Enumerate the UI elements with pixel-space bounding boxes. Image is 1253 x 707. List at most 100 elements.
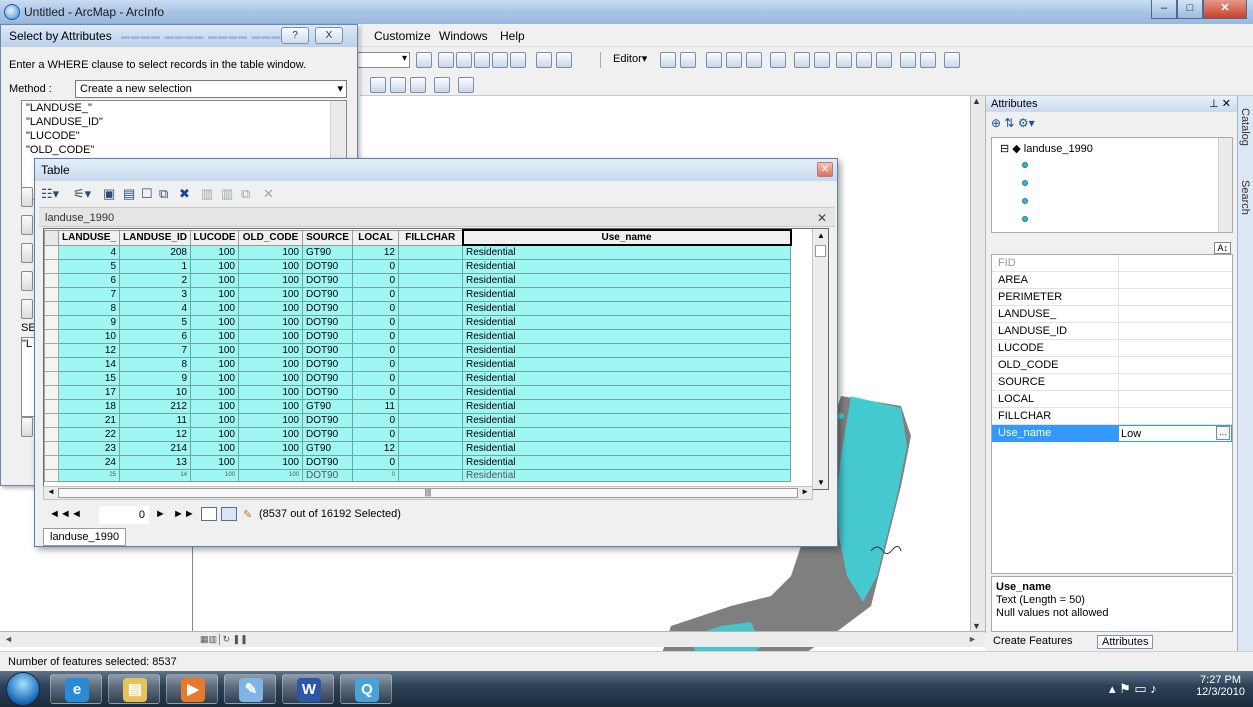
- table-cell[interactable]: 212: [119, 398, 191, 414]
- property-row[interactable]: FID: [992, 255, 1232, 272]
- table-cell[interactable]: [398, 426, 463, 442]
- row-selector[interactable]: [44, 300, 59, 316]
- table-cell[interactable]: 0: [352, 412, 399, 428]
- table-cell[interactable]: 6: [119, 328, 191, 344]
- table-cell[interactable]: DOT90: [302, 258, 353, 274]
- table-cell[interactable]: DOT90: [302, 272, 353, 288]
- table-cell[interactable]: 5: [119, 314, 191, 330]
- field-item[interactable]: "OLD_CODE": [22, 143, 346, 157]
- table-cell[interactable]: 13: [119, 454, 191, 470]
- clear-button[interactable]: [21, 417, 33, 437]
- table-cell[interactable]: 14: [58, 356, 120, 372]
- arctoolbox-icon[interactable]: [510, 52, 526, 68]
- property-value[interactable]: Low: [1118, 425, 1232, 442]
- property-row[interactable]: OLD_CODE: [992, 357, 1232, 374]
- row-selector-header[interactable]: [44, 229, 59, 246]
- hyperlink-icon[interactable]: [434, 77, 450, 93]
- table-cell[interactable]: [398, 398, 463, 414]
- row-selector[interactable]: [44, 440, 59, 456]
- tree-feature-node[interactable]: [1022, 162, 1028, 168]
- table-cell[interactable]: DOT90: [302, 342, 353, 358]
- operator-button[interactable]: [21, 187, 33, 207]
- split-icon[interactable]: [856, 52, 872, 68]
- table-cell[interactable]: Residential: [462, 454, 791, 470]
- row-selector[interactable]: [44, 468, 59, 482]
- scroll-thumb[interactable]: |||: [58, 488, 798, 498]
- row-selector[interactable]: [44, 370, 59, 386]
- table-cell[interactable]: 0: [352, 328, 399, 344]
- table-cell[interactable]: 100: [190, 314, 239, 330]
- table-cell[interactable]: 0: [352, 370, 399, 386]
- dialog-close-button[interactable]: X: [315, 27, 343, 44]
- table-cell[interactable]: 0: [352, 384, 399, 400]
- table-cell[interactable]: 100: [190, 426, 239, 442]
- row-selector[interactable]: [44, 426, 59, 442]
- table-cell[interactable]: Residential: [462, 342, 791, 358]
- tab-create-features[interactable]: Create Features: [989, 635, 1076, 647]
- internet-explorer-icon[interactable]: e: [50, 674, 102, 704]
- field-item[interactable]: "LUCODE": [22, 129, 346, 143]
- table-of-contents-icon[interactable]: [456, 52, 472, 68]
- scroll-down-icon[interactable]: ▼: [972, 621, 981, 631]
- table-cell[interactable]: DOT90: [302, 370, 353, 386]
- table-cell[interactable]: 11: [352, 398, 399, 414]
- layout-view-icon[interactable]: ▦▥│↻ ❚❚: [200, 634, 248, 645]
- table-row[interactable]: 18 212 100 100 GT90 11 Residential: [44, 398, 791, 414]
- edit-annotation-icon[interactable]: [680, 52, 696, 68]
- operator-button[interactable]: [21, 299, 33, 319]
- related-tables-icon[interactable]: ⚟▾: [73, 186, 91, 202]
- table-cell[interactable]: Residential: [462, 384, 791, 400]
- table-cell[interactable]: 100: [238, 328, 303, 344]
- row-selector[interactable]: [44, 286, 59, 302]
- editor-menu[interactable]: Editor▾: [613, 52, 647, 65]
- tree-feature-node[interactable]: [1022, 216, 1028, 222]
- table-cell[interactable]: 100: [190, 272, 239, 288]
- table-cell[interactable]: Residential: [462, 272, 791, 288]
- property-row[interactable]: LANDUSE_: [992, 306, 1232, 323]
- table-cell[interactable]: DOT90: [302, 356, 353, 372]
- table-cell[interactable]: 0: [352, 426, 399, 442]
- table-cell[interactable]: 0: [352, 258, 399, 274]
- scroll-up-icon[interactable]: ▲: [817, 231, 825, 240]
- column-header[interactable]: OLD_CODE: [238, 229, 303, 246]
- table-cell[interactable]: 4: [58, 244, 120, 260]
- attribute-table[interactable]: LANDUSE_ LANDUSE_ID LUCODE OLD_CODE SOUR…: [43, 228, 829, 490]
- table-cell[interactable]: 100: [190, 468, 239, 482]
- table-cell[interactable]: [398, 286, 463, 302]
- zoom-to-feature-icon[interactable]: ⊕: [991, 116, 1001, 130]
- column-header[interactable]: SOURCE: [302, 229, 353, 246]
- table-cell[interactable]: [398, 468, 463, 482]
- clear-selection-icon[interactable]: ☐: [141, 186, 153, 202]
- tree-feature-node[interactable]: [1022, 180, 1028, 186]
- table-cell[interactable]: 10: [119, 384, 191, 400]
- property-value[interactable]: [1118, 272, 1232, 289]
- table-row[interactable]: 23 214 100 100 GT90 12 Residential: [44, 440, 791, 456]
- media-player-icon[interactable]: ▶: [166, 674, 218, 704]
- close-tab-icon[interactable]: ✕: [817, 211, 827, 225]
- table-cell[interactable]: [398, 370, 463, 386]
- table-cell[interactable]: [398, 412, 463, 428]
- table-cell[interactable]: 100: [238, 300, 303, 316]
- table-cell[interactable]: 3: [119, 286, 191, 302]
- table-row[interactable]: 8 4 100 100 DOT90 0 Residential: [44, 300, 791, 316]
- layer-table-tab[interactable]: landuse_1990 ✕: [39, 207, 835, 227]
- column-header[interactable]: LANDUSE_ID: [119, 229, 191, 246]
- table-cell[interactable]: 0: [352, 286, 399, 302]
- column-header[interactable]: LOCAL: [352, 229, 399, 246]
- table-row[interactable]: 25 14 100 100 DOT90 0 Residential: [44, 468, 791, 482]
- column-header-use-name[interactable]: Use_name: [461, 229, 792, 246]
- tab-attributes[interactable]: Attributes: [1097, 635, 1154, 649]
- property-value[interactable]: [1118, 306, 1232, 323]
- table-cell[interactable]: Residential: [462, 398, 791, 414]
- sort-icon[interactable]: ⇅: [1004, 116, 1014, 130]
- previous-record-button[interactable]: ◄: [71, 508, 82, 520]
- table-row[interactable]: 14 8 100 100 DOT90 0 Residential: [44, 356, 791, 372]
- scroll-down-icon[interactable]: ▼: [817, 478, 825, 487]
- table-cell[interactable]: 100: [238, 342, 303, 358]
- table-cell[interactable]: 2: [119, 272, 191, 288]
- sketch-properties-icon[interactable]: [920, 52, 936, 68]
- table-cell[interactable]: 7: [58, 286, 120, 302]
- table-cell[interactable]: 100: [238, 398, 303, 414]
- table-cell[interactable]: 214: [119, 440, 191, 456]
- operator-button[interactable]: [21, 215, 33, 235]
